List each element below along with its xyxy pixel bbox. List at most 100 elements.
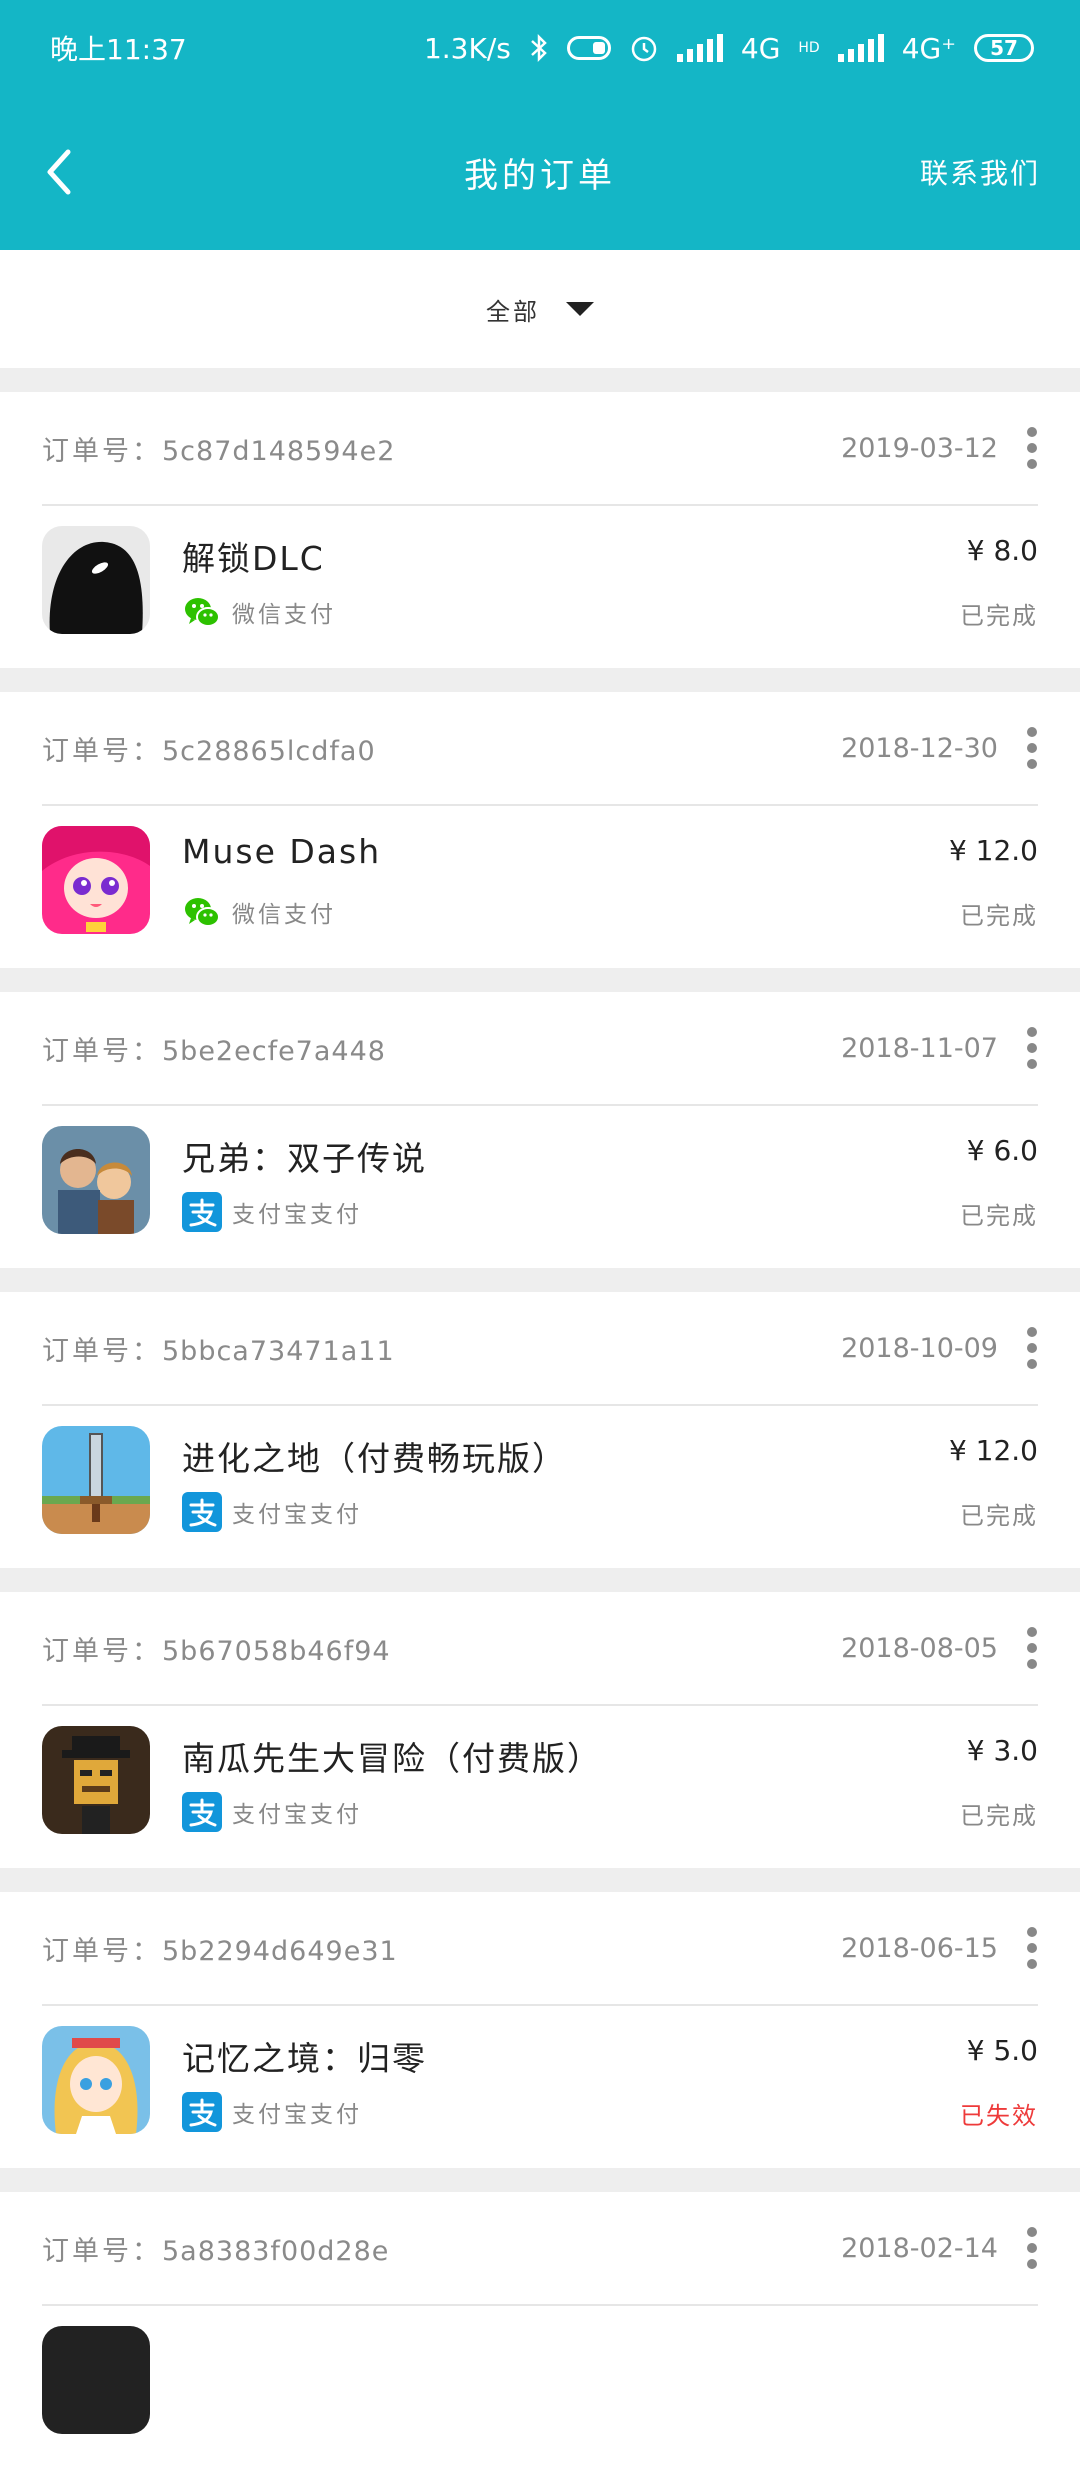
order-number-label: 订单号：: [42, 1035, 162, 1067]
order-date: 2018-11-07: [841, 1032, 998, 1064]
order-number-value: 5a8383f00d28e: [162, 2235, 390, 2267]
payment-method: 微信支付: [182, 592, 336, 632]
payment-method: 支付宝支付: [182, 1792, 362, 1832]
payment-method-label: 支付宝支付: [232, 1202, 362, 1228]
order-header: 订单号：5b67058b46f94 2018-08-05: [42, 1592, 1038, 1706]
order-number-label: 订单号：: [42, 1635, 162, 1667]
order-card[interactable]: 订单号：5a8383f00d28e 2018-02-14: [0, 2192, 1080, 2468]
order-number-value: 5c28865lcdfa0: [162, 735, 376, 767]
order-number: 订单号：5b67058b46f94: [42, 1629, 841, 1668]
order-header: 订单号：5c28865lcdfa0 2018-12-30: [42, 692, 1038, 806]
more-options-icon[interactable]: [1026, 1927, 1038, 1969]
order-number: 订单号：5a8383f00d28e: [42, 2229, 841, 2268]
order-number-label: 订单号：: [42, 2235, 162, 2267]
order-number-value: 5b67058b46f94: [162, 1635, 391, 1667]
payment-method-label: 支付宝支付: [232, 1802, 362, 1828]
order-body: 进化之地（付费畅玩版） 支付宝支付 ¥ 12.0 已完成: [42, 1406, 1038, 1568]
order-card[interactable]: 订单号：5c28865lcdfa0 2018-12-30 Muse Dash 微信支付…: [0, 692, 1080, 968]
order-status: 已完成: [960, 1202, 1038, 1230]
order-number-label: 订单号：: [42, 1335, 162, 1367]
order-date: 2019-03-12: [841, 432, 998, 464]
app-name: 解锁DLC: [182, 539, 325, 578]
order-card[interactable]: 订单号：5b67058b46f94 2018-08-05 南瓜先生大冒险（付费版）支…: [0, 1592, 1080, 1868]
order-number-label: 订单号：: [42, 435, 162, 467]
order-status: 已完成: [960, 1502, 1038, 1530]
order-header: 订单号：5a8383f00d28e 2018-02-14: [42, 2192, 1038, 2306]
order-header: 订单号：5c87d148594e2 2019-03-12: [42, 392, 1038, 506]
order-number: 订单号：5be2ecfe7a448: [42, 1029, 841, 1068]
mr-pumpkin-icon: [42, 1726, 150, 1834]
order-number-label: 订单号：: [42, 735, 162, 767]
battery-level: 57: [990, 36, 1018, 60]
order-number: 订单号：5bbca73471a11: [42, 1329, 841, 1368]
order-body: 解锁DLC 微信支付 ¥ 8.0 已完成: [42, 506, 1038, 668]
contact-us-link[interactable]: 联系我们: [920, 152, 1040, 192]
app-name: 兄弟：双子传说: [182, 1139, 427, 1178]
order-header: 订单号：5be2ecfe7a448 2018-11-07: [42, 992, 1038, 1106]
order-body: 兄弟：双子传说支付宝支付 ¥ 6.0 已完成: [42, 1106, 1038, 1268]
order-price: ¥ 12.0: [948, 1434, 1038, 1467]
alarm-icon: [631, 36, 657, 62]
more-options-icon[interactable]: [1026, 1327, 1038, 1369]
alipay-icon: [182, 1192, 222, 1232]
order-body: 记忆之境：归零 支付宝支付 ¥ 5.0 已失效: [42, 2006, 1038, 2168]
more-options-icon[interactable]: [1026, 1627, 1038, 1669]
order-body: 南瓜先生大冒险（付费版） 支付宝支付 ¥ 3.0 已完成: [42, 1706, 1038, 1868]
order-price: ¥ 12.0: [948, 834, 1038, 867]
order-price: ¥ 8.0: [966, 534, 1038, 567]
order-status: 已完成: [960, 1802, 1038, 1830]
order-date: 2018-06-15: [841, 1932, 998, 1964]
wechat-pay-icon: [185, 898, 220, 927]
more-options-icon[interactable]: [1026, 727, 1038, 769]
more-options-icon[interactable]: [1026, 427, 1038, 469]
order-card[interactable]: 订单号：5b2294d649e31 2018-06-15 记忆之境：归零 支付宝支付 ¥…: [0, 1892, 1080, 2168]
app-name: 南瓜先生大冒险（付费版）: [182, 1739, 602, 1778]
payment-method: 支付宝支付: [182, 2092, 362, 2132]
alipay-icon: [182, 1492, 222, 1532]
payment-method-label: 微信支付: [232, 902, 336, 928]
more-options-icon[interactable]: [1026, 2227, 1038, 2269]
order-status: 已完成: [960, 602, 1038, 630]
order-body: Muse Dash 微信支付 ¥ 12.0 已完成: [42, 806, 1038, 968]
order-status: 已完成: [960, 902, 1038, 930]
order-card[interactable]: 订单号：5be2ecfe7a448 2018-11-07 兄弟：双子传说 支付宝支付 ¥…: [0, 992, 1080, 1268]
payment-method: 支付宝支付: [182, 1492, 362, 1532]
order-number-label: 订单号：: [42, 1935, 162, 1967]
sword-icon: [42, 1426, 150, 1534]
payment-method-label: 微信支付: [232, 602, 336, 628]
order-card[interactable]: 订单号：5c87d148594e2 2019-03-12 解锁DLC 微信支付 ¥ 8.…: [0, 392, 1080, 668]
bluetooth-icon: [531, 33, 547, 63]
status-icons: 1.3K/s 4G HD 4G⁺ 57: [424, 32, 1034, 65]
order-number-value: 5be2ecfe7a448: [162, 1035, 386, 1067]
order-price: ¥ 5.0: [966, 2034, 1038, 2067]
app-name: 记忆之境：归零: [182, 2039, 427, 2078]
signal-icon-2: [837, 34, 884, 62]
order-price: ¥ 3.0: [966, 1734, 1038, 1767]
order-number: 订单号：5c28865lcdfa0: [42, 729, 841, 768]
status-time: 晚上11:37: [50, 33, 187, 66]
app-header: 晚上11:37 1.3K/s 4G HD 4G⁺ 57 我的订单 联系我们: [0, 0, 1080, 250]
order-date: 2018-08-05: [841, 1632, 998, 1664]
payment-method-label: 支付宝支付: [232, 1502, 362, 1528]
order-date: 2018-10-09: [841, 1332, 998, 1364]
order-card[interactable]: 订单号：5bbca73471a11 2018-10-09 进化之地（付费畅玩版） 支付…: [0, 1292, 1080, 1568]
alipay-icon: [182, 1792, 222, 1832]
vpn-toggle-icon: [566, 36, 611, 60]
alipay-icon: [182, 2092, 222, 2132]
dark-creature-icon: [42, 526, 150, 634]
order-number: 订单号：5c87d148594e2: [42, 429, 841, 468]
order-number-value: 5bbca73471a11: [162, 1335, 395, 1367]
signal-icon: [676, 34, 723, 62]
navigation-bar: 我的订单 联系我们: [0, 120, 1080, 224]
order-body: [42, 2306, 1038, 2468]
wechat-pay-icon: [185, 598, 220, 627]
more-options-icon[interactable]: [1026, 1027, 1038, 1069]
order-filter-dropdown[interactable]: 全部: [0, 250, 1080, 368]
order-price: ¥ 6.0: [966, 1134, 1038, 1167]
order-number-value: 5b2294d649e31: [162, 1935, 398, 1967]
status-bar: 晚上11:37 1.3K/s 4G HD 4G⁺ 57: [0, 0, 1080, 96]
network-type-2: 4G⁺: [901, 31, 956, 65]
payment-method: 微信支付: [182, 892, 336, 932]
app-name: Muse Dash: [182, 832, 382, 871]
order-header: 订单号：5bbca73471a11 2018-10-09: [42, 1292, 1038, 1406]
